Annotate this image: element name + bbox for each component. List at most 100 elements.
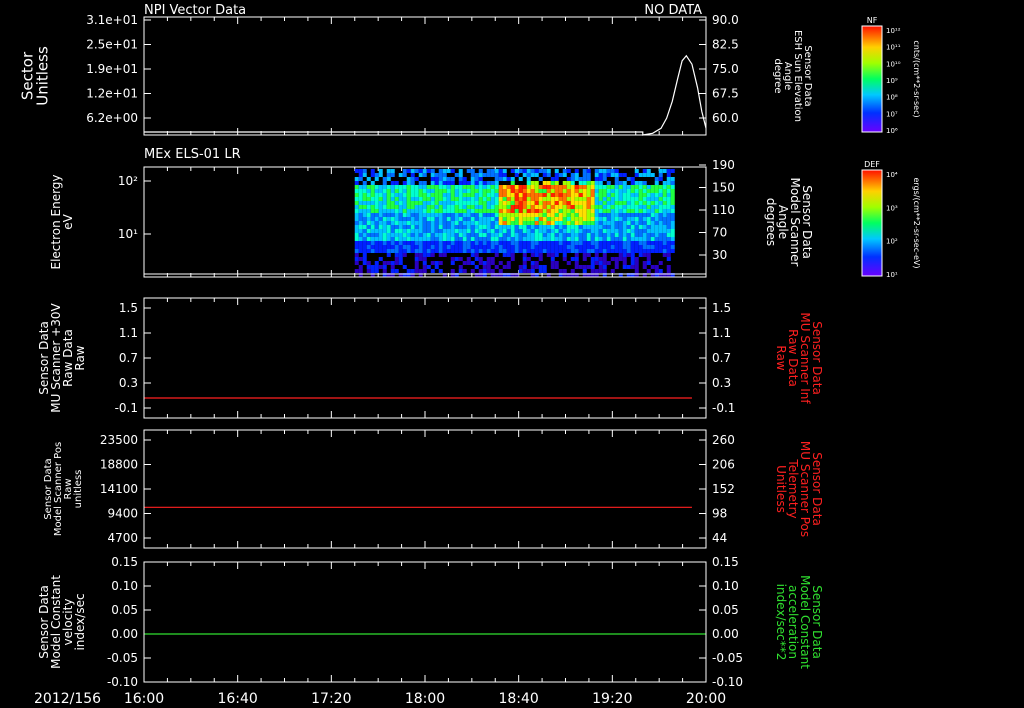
right-tick-label: 90.0 [712,13,739,27]
heatmap-cell [582,217,587,221]
heatmap-cell [374,269,379,273]
heatmap-cell [522,205,527,209]
heatmap-cell [390,229,395,233]
heatmap-cell [590,265,595,269]
heatmap-cell [530,237,535,241]
heatmap-cell [534,217,539,221]
heatmap-cell [598,185,603,189]
heatmap-cell [546,209,551,213]
heatmap-cell [526,193,531,197]
heatmap-cell [582,185,587,189]
heatmap-cell [526,181,531,185]
heatmap-cell [598,173,603,177]
heatmap-cell [606,229,611,233]
heatmap-cell [470,217,475,221]
heatmap-cell [374,245,379,249]
heatmap-cell [606,237,611,241]
heatmap-cell [670,185,675,189]
heatmap-cell [606,209,611,213]
heatmap-cell [390,169,395,173]
heatmap-cell [478,181,483,185]
heatmap-cell [554,217,559,221]
heatmap-cell [454,241,459,245]
heatmap-cell [430,185,435,189]
heatmap-cell [582,221,587,225]
heatmap-cell [538,217,543,221]
heatmap-cell [650,205,655,209]
heatmap-cell [474,201,479,205]
heatmap-cell [590,233,595,237]
heatmap-cell [614,181,619,185]
heatmap-cell [510,253,515,257]
heatmap-cell [594,257,599,261]
heatmap-cell [446,197,451,201]
heatmap-cell [570,205,575,209]
heatmap-cell [582,265,587,269]
colorbar-tick: 10⁷ [886,110,898,118]
heatmap-cell [610,245,615,249]
heatmap-cell [454,217,459,221]
heatmap-cell [510,193,515,197]
heatmap-cell [382,269,387,273]
heatmap-cell [618,249,623,253]
heatmap-cell [538,237,543,241]
heatmap-cell [378,185,383,189]
heatmap-cell [550,213,555,217]
heatmap-cell [470,181,475,185]
heatmap-cell [614,177,619,181]
heatmap-cell [394,241,399,245]
heatmap-cell [618,237,623,241]
heatmap-cell [630,213,635,217]
heatmap-cell [458,205,463,209]
heatmap-cell [562,245,567,249]
heatmap-cell [562,197,567,201]
heatmap-cell [398,213,403,217]
heatmap-cell [622,245,627,249]
heatmap-cell [362,245,367,249]
heatmap-cell [402,185,407,189]
heatmap-cell [366,213,371,217]
left-tick-label: 0.15 [111,555,138,569]
heatmap-cell [490,201,495,205]
heatmap-cell [370,205,375,209]
heatmap-cell [634,249,639,253]
heatmap-cell [450,209,455,213]
heatmap-cell [634,241,639,245]
heatmap-cell [446,169,451,173]
x-tick-label: 18:00 [405,691,445,707]
heatmap-cell [482,261,487,265]
heatmap-cell [390,269,395,273]
heatmap-cell [422,249,427,253]
heatmap-cell [414,193,419,197]
heatmap-cell [438,177,443,181]
heatmap-cell [566,213,571,217]
heatmap-cell [658,209,663,213]
heatmap-cell [622,261,627,265]
heatmap-cell [594,241,599,245]
heatmap-cell [602,265,607,269]
heatmap-cell [382,217,387,221]
heatmap-cell [478,185,483,189]
heatmap-cell [602,185,607,189]
heatmap-cell [498,217,503,221]
heatmap-cell [410,177,415,181]
heatmap-cell [598,257,603,261]
heatmap-cell [398,229,403,233]
heatmap-cell [630,193,635,197]
heatmap-cell [502,253,507,257]
heatmap-cell [538,265,543,269]
heatmap-cell [542,205,547,209]
heatmap-cell [434,193,439,197]
heatmap-cell [390,225,395,229]
heatmap-cell [546,197,551,201]
heatmap-cell [382,249,387,253]
heatmap-cell [650,233,655,237]
heatmap-cell [378,265,383,269]
heatmap-cell [462,197,467,201]
heatmap-cell [426,245,431,249]
heatmap-cell [538,197,543,201]
heatmap-cell [586,245,591,249]
heatmap-cell [438,229,443,233]
heatmap-cell [650,237,655,241]
heatmap-cell [526,269,531,273]
